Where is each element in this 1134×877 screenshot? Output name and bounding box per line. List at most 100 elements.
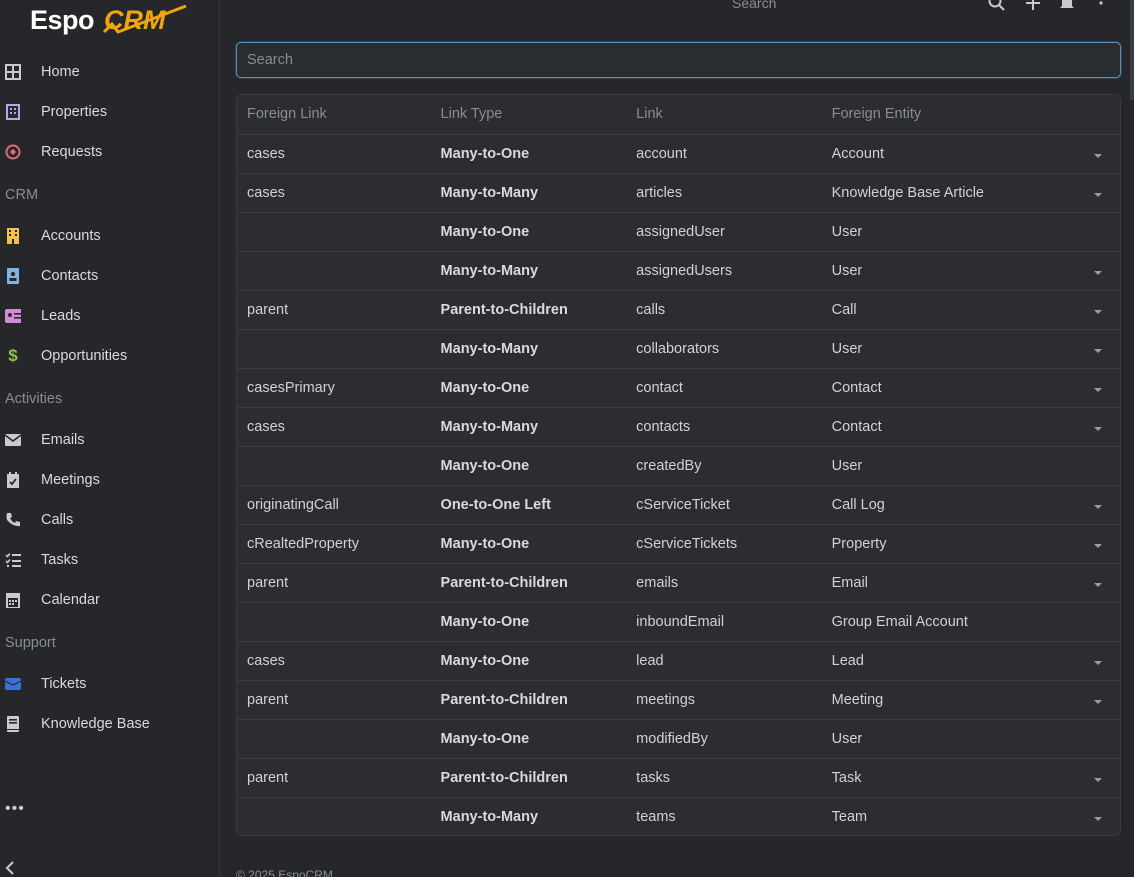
row-actions-caret-icon[interactable]: [1094, 387, 1103, 392]
table-row: cases Many-to-One lead Lead: [237, 641, 1120, 681]
table-row: Many-to-One modifiedBy User: [237, 719, 1120, 759]
espocrm-logo[interactable]: Espo CRM: [30, 2, 190, 38]
sidebar-item-opportunities[interactable]: $ Opportunities: [0, 336, 220, 376]
cell-link: contact: [626, 368, 822, 408]
row-actions-caret-icon[interactable]: [1094, 660, 1103, 665]
sidebar-item-requests[interactable]: Requests: [0, 132, 220, 172]
cell-link: articles: [626, 173, 822, 213]
cell-foreign-link: cases: [237, 641, 431, 681]
cell-link-type: Many-to-Many: [430, 251, 627, 291]
sidebar-item-home[interactable]: Home: [0, 52, 220, 92]
sidebar-item-leads[interactable]: Leads: [0, 296, 220, 336]
cell-link-type: Parent-to-Children: [430, 680, 627, 720]
row-actions-caret-icon[interactable]: [1094, 816, 1103, 821]
sidebar-item-label: Home: [41, 64, 80, 80]
header-foreign-link: Foreign Link: [237, 95, 431, 135]
sidebar-item-contacts[interactable]: Contacts: [0, 256, 220, 296]
collapse-sidebar-icon[interactable]: [5, 860, 15, 877]
nav-section-crm: CRM: [5, 187, 39, 203]
table-row: Many-to-One assignedUser User: [237, 212, 1120, 252]
cell-foreign-entity: Call: [821, 290, 1072, 330]
cell-foreign-entity: User: [821, 251, 1072, 291]
cell-foreign-link: [237, 446, 431, 486]
cell-foreign-link: [237, 212, 431, 252]
cell-actions: [1071, 134, 1120, 174]
plus-icon[interactable]: [1024, 0, 1042, 12]
search-icon[interactable]: [988, 0, 1006, 12]
table-header-row: Foreign Link Link Type Link Foreign Enti…: [237, 95, 1120, 135]
row-actions-caret-icon[interactable]: [1094, 543, 1103, 548]
sidebar-item-emails[interactable]: Emails: [0, 420, 220, 460]
search-input[interactable]: [236, 42, 1121, 78]
cell-link-type: Many-to-One: [430, 368, 627, 408]
cell-actions: [1071, 602, 1120, 642]
cell-foreign-entity: Team: [831, 808, 868, 825]
cell-foreign-entity: Group Email Account: [821, 602, 1072, 642]
table-row: parent Parent-to-Children emails Email: [237, 563, 1120, 603]
row-actions-caret-icon[interactable]: [1094, 582, 1103, 587]
phone-icon: [5, 512, 21, 528]
building-icon: [5, 104, 21, 120]
sidebar-item-properties[interactable]: Properties: [0, 92, 220, 132]
table-row: Many-to-One createdBy User: [237, 446, 1120, 486]
cell-actions: [1071, 446, 1120, 486]
row-actions-caret-icon[interactable]: [1094, 699, 1103, 704]
row-actions-caret-icon[interactable]: [1094, 192, 1103, 197]
table-row: casesPrimary Many-to-One contact Contact: [237, 368, 1120, 408]
nav-section-support: Support: [5, 635, 56, 651]
sidebar-item-label: Contacts: [41, 268, 99, 284]
cell-foreign-link: parent: [237, 290, 431, 330]
sidebar-item-calls[interactable]: Calls: [0, 500, 220, 540]
links-table: Foreign Link Link Type Link Foreign Enti…: [236, 94, 1121, 836]
envelope-icon: [5, 432, 21, 448]
grid-icon: [5, 64, 21, 80]
table-row: cRealtedProperty Many-to-One cServiceTicke…: [237, 524, 1120, 564]
cell-foreign-entity: Property: [821, 524, 1072, 564]
cell-foreign-entity: Knowledge Base Article: [821, 173, 1072, 213]
sidebar-item-calendar[interactable]: Calendar: [0, 580, 220, 620]
sidebar-item-label: Opportunities: [41, 348, 128, 364]
logo-swoosh-icon: [102, 4, 187, 34]
sidebar-item-knowledge-base[interactable]: Knowledge Base: [0, 704, 220, 744]
table-row: originatingCall One-to-One Left cServiceTi…: [237, 485, 1120, 525]
cell-link-type: Parent-to-Children: [430, 563, 627, 603]
menu-kebab-icon[interactable]: [1092, 0, 1110, 12]
tasks-icon: [5, 552, 21, 568]
header-foreign-entity: Foreign Entity: [821, 95, 1072, 135]
nav-section-activities: Activities: [5, 391, 63, 407]
bell-icon[interactable]: [1058, 0, 1076, 12]
global-search-input[interactable]: Search: [732, 0, 776, 11]
row-actions-caret-icon[interactable]: [1094, 426, 1103, 431]
more-menu-button[interactable]: •••: [5, 800, 25, 818]
table-row: cases Many-to-Many articles Knowledge Base …: [237, 173, 1120, 213]
table-row: Many-to-Many teams Team: [237, 797, 1120, 835]
cell-link-type: Many-to-Many: [430, 173, 627, 213]
cell-link: emails: [626, 563, 822, 603]
sidebar-item-accounts[interactable]: Accounts: [0, 216, 220, 256]
cell-foreign-link: cRealtedProperty: [237, 524, 431, 564]
row-actions-caret-icon[interactable]: [1094, 309, 1103, 314]
row-actions-caret-icon[interactable]: [1094, 348, 1103, 353]
row-actions-caret-icon[interactable]: [1094, 270, 1103, 275]
cell-foreign-entity: Account: [821, 134, 1072, 174]
cell-foreign-link: parent: [237, 563, 431, 603]
cell-link: contacts: [626, 407, 822, 447]
table-row: parent Parent-to-Children calls Call: [237, 290, 1120, 330]
cell-foreign-link: [237, 719, 431, 759]
cell-actions: [1071, 485, 1120, 525]
cell-link-type: Many-to-One: [430, 602, 627, 642]
row-actions-caret-icon[interactable]: [1094, 153, 1103, 158]
page-scrollbar[interactable]: [1130, 0, 1134, 100]
cell-link: createdBy: [626, 446, 822, 486]
cell-link: account: [626, 134, 822, 174]
sidebar-item-tickets[interactable]: Tickets: [0, 664, 220, 704]
sidebar-item-meetings[interactable]: Meetings: [0, 460, 220, 500]
cell-foreign-link: [237, 797, 431, 835]
row-actions-caret-icon[interactable]: [1094, 777, 1103, 782]
cell-actions: [1071, 797, 1120, 835]
row-actions-caret-icon[interactable]: [1094, 504, 1103, 509]
sidebar-item-tasks[interactable]: Tasks: [0, 540, 220, 580]
cell-link-type: Parent-to-Children: [430, 290, 627, 330]
cell-foreign-entity: User: [821, 212, 1072, 252]
sidebar-item-label: Leads: [41, 308, 81, 324]
